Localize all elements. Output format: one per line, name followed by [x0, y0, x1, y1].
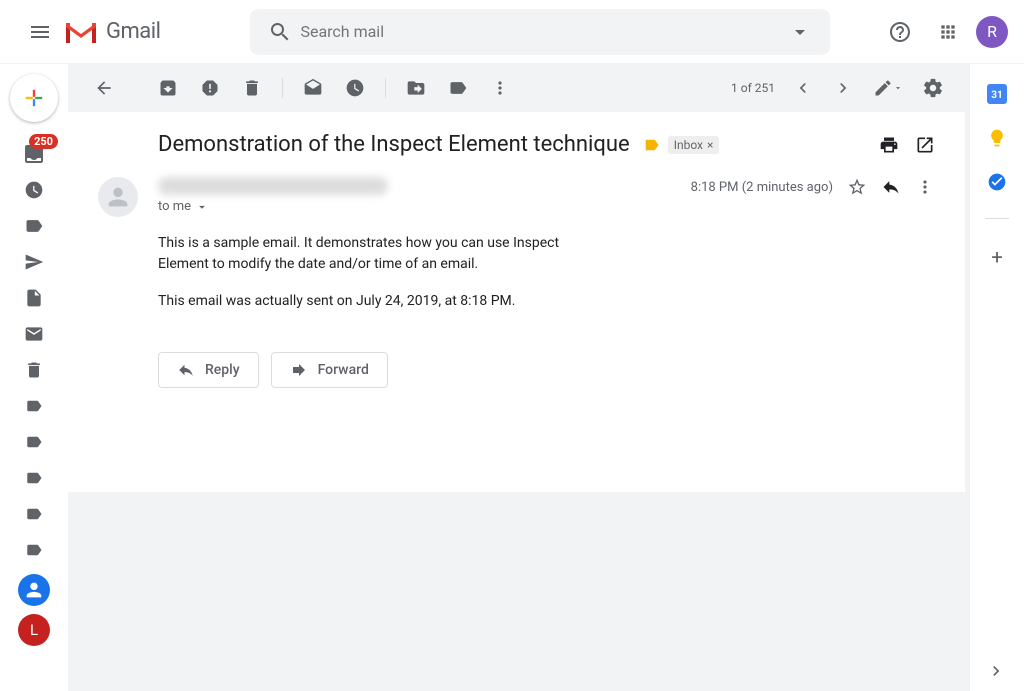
- sidebar-label-2[interactable]: [10, 390, 58, 422]
- hide-side-panel-button[interactable]: [986, 661, 1006, 681]
- email-subject: Demonstration of the Inspect Element tec…: [158, 132, 630, 157]
- sidebar-trash[interactable]: [10, 354, 58, 386]
- more-actions-button[interactable]: [915, 177, 935, 197]
- search-input[interactable]: [300, 22, 780, 41]
- support-button[interactable]: [880, 12, 920, 52]
- keep-addon[interactable]: [987, 128, 1007, 148]
- main-menu-button[interactable]: [16, 8, 64, 56]
- below-email-area: [68, 492, 969, 691]
- inbox-badge: 250: [29, 134, 58, 149]
- newer-button[interactable]: [783, 68, 823, 108]
- sidebar-label-6[interactable]: [10, 534, 58, 566]
- tasks-addon[interactable]: [987, 172, 1007, 192]
- search-icon[interactable]: [260, 20, 300, 44]
- reply-icon: [177, 361, 195, 379]
- sender-avatar[interactable]: [98, 177, 138, 217]
- apps-button[interactable]: [928, 12, 968, 52]
- left-sidebar: 250 L: [0, 64, 68, 691]
- input-tools-button[interactable]: [863, 68, 913, 108]
- chevron-down-icon: [195, 200, 209, 214]
- get-addons-button[interactable]: +: [991, 245, 1002, 269]
- forward-button[interactable]: Forward: [271, 352, 388, 388]
- body-paragraph: This email was actually sent on July 24,…: [158, 291, 935, 312]
- archive-button[interactable]: [148, 68, 188, 108]
- divider: [385, 78, 386, 98]
- sidebar-all-mail[interactable]: [10, 318, 58, 350]
- email-view: Demonstration of the Inspect Element tec…: [68, 112, 965, 492]
- more-button[interactable]: [480, 68, 520, 108]
- recipients-dropdown[interactable]: to me: [158, 199, 691, 214]
- compose-button[interactable]: [10, 74, 58, 122]
- calendar-addon[interactable]: 31: [987, 84, 1007, 104]
- search-options-dropdown[interactable]: [780, 20, 820, 44]
- divider: [985, 218, 1009, 219]
- account-avatar[interactable]: R: [976, 16, 1008, 48]
- spam-button[interactable]: [190, 68, 230, 108]
- sender-name-redacted: [158, 177, 388, 195]
- importance-marker-icon[interactable]: [642, 136, 660, 154]
- reply-icon-button[interactable]: [881, 177, 901, 197]
- older-button[interactable]: [823, 68, 863, 108]
- hangouts-contact-2[interactable]: L: [18, 614, 50, 646]
- sidebar-inbox[interactable]: 250: [10, 138, 58, 170]
- gmail-logo[interactable]: Gmail: [64, 19, 160, 45]
- email-body: This is a sample email. It demonstrates …: [158, 233, 935, 312]
- print-button[interactable]: [879, 135, 899, 155]
- sidebar-snoozed[interactable]: [10, 174, 58, 206]
- hangouts-contact-1[interactable]: [18, 574, 50, 606]
- sidebar-label-1[interactable]: [10, 210, 58, 242]
- body-paragraph: This is a sample email. It demonstrates …: [158, 233, 568, 275]
- sidebar-label-3[interactable]: [10, 426, 58, 458]
- mark-unread-button[interactable]: [293, 68, 333, 108]
- divider: [282, 78, 283, 98]
- top-header: Gmail R: [0, 0, 1024, 64]
- action-toolbar: 1 of 251: [68, 64, 969, 112]
- sidebar-sent[interactable]: [10, 246, 58, 278]
- search-bar[interactable]: [250, 9, 830, 55]
- gmail-m-icon: [64, 19, 98, 45]
- delete-button[interactable]: [232, 68, 272, 108]
- sidebar-drafts[interactable]: [10, 282, 58, 314]
- svg-text:31: 31: [991, 90, 1002, 101]
- inbox-label-chip[interactable]: Inbox ×: [668, 136, 720, 154]
- sidebar-label-5[interactable]: [10, 498, 58, 530]
- labels-button[interactable]: [438, 68, 478, 108]
- email-timestamp: 8:18 PM (2 minutes ago): [691, 180, 833, 195]
- plus-icon: [20, 84, 48, 112]
- remove-label-icon[interactable]: ×: [707, 138, 713, 152]
- forward-icon: [290, 361, 308, 379]
- sidebar-label-4[interactable]: [10, 462, 58, 494]
- settings-button[interactable]: [913, 68, 953, 108]
- reply-button[interactable]: Reply: [158, 352, 259, 388]
- snooze-button[interactable]: [335, 68, 375, 108]
- back-button[interactable]: [84, 68, 124, 108]
- gmail-logo-text: Gmail: [106, 19, 160, 44]
- open-new-window-button[interactable]: [915, 135, 935, 155]
- page-counter: 1 of 251: [731, 81, 775, 95]
- move-to-button[interactable]: [396, 68, 436, 108]
- main-content: 1 of 251 Demonstration of the Inspect El…: [68, 64, 970, 691]
- star-button[interactable]: [847, 177, 867, 197]
- side-panel: 31 +: [970, 64, 1024, 691]
